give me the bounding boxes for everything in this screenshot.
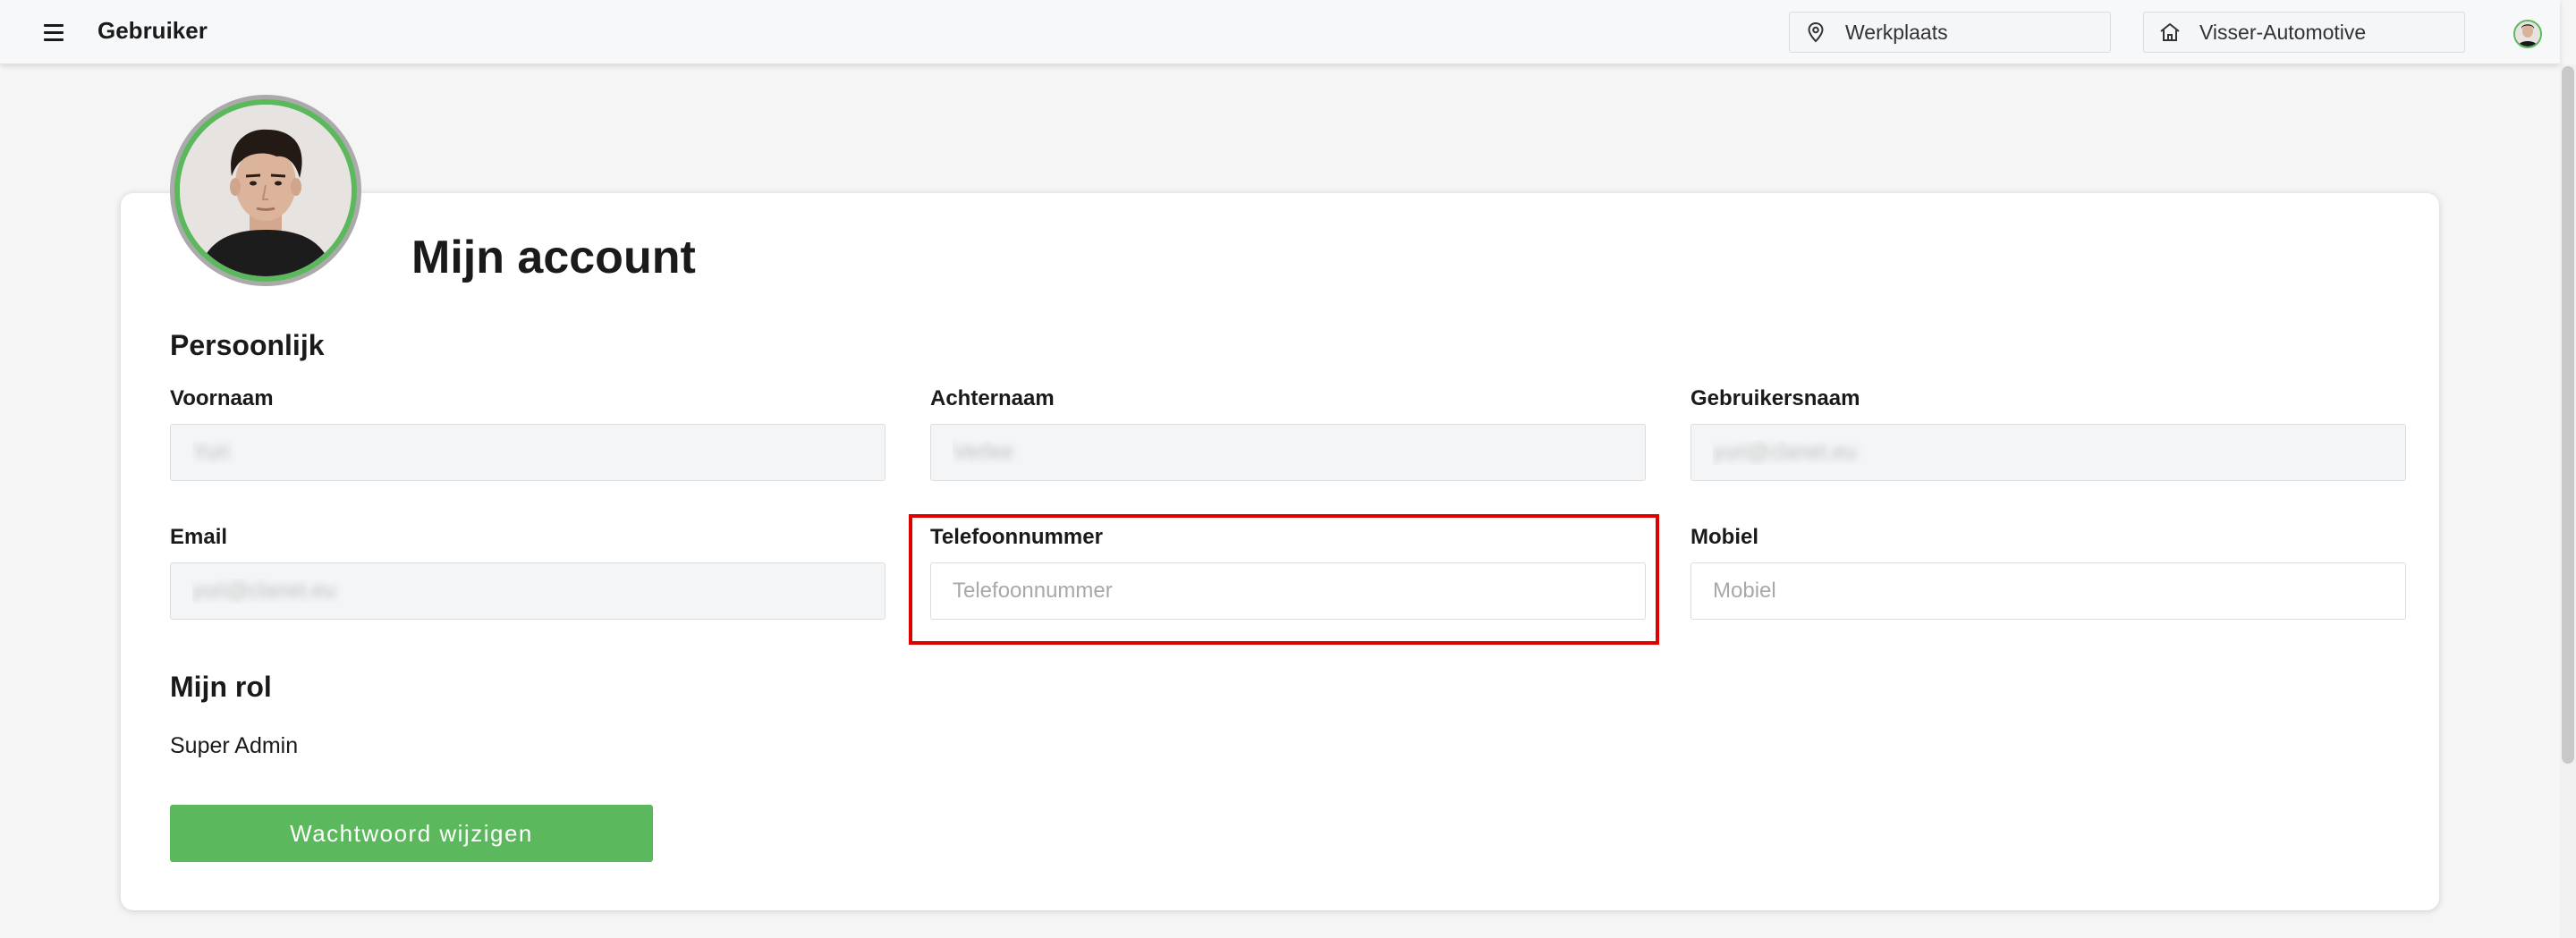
hamburger-icon	[44, 23, 64, 27]
map-pin-icon	[1804, 21, 1827, 44]
username-label: Gebruikersnaam	[1690, 386, 1860, 410]
section-title-role: Mijn rol	[170, 671, 272, 703]
email-input[interactable]	[170, 562, 886, 620]
organization-selector-label: Visser-Automotive	[2199, 20, 2367, 44]
scrollbar-thumb[interactable]	[2562, 66, 2574, 764]
account-card	[121, 193, 2439, 910]
mobile-input[interactable]	[1690, 562, 2406, 620]
app-title: Gebruiker	[97, 17, 208, 44]
change-password-button[interactable]: Wachtwoord wijzigen	[170, 805, 653, 862]
page-title: Mijn account	[411, 232, 696, 283]
phone-label: Telefoonnummer	[930, 525, 1103, 549]
location-selector-label: Werkplaats	[1845, 20, 1948, 44]
section-title-personal: Persoonlijk	[170, 329, 325, 361]
mobile-label: Mobiel	[1690, 525, 1758, 549]
first-name-label: Voornaam	[170, 386, 274, 410]
location-selector[interactable]: Werkplaats	[1789, 12, 2111, 53]
first-name-input[interactable]	[170, 424, 886, 481]
page-scrollbar[interactable]	[2560, 64, 2576, 938]
home-icon	[2158, 21, 2182, 44]
hamburger-icon-line	[44, 30, 64, 34]
profile-avatar	[170, 95, 361, 286]
hamburger-menu-button[interactable]	[36, 16, 72, 48]
profile-photo	[180, 105, 352, 276]
top-bar: Gebruiker Werkplaats Visser-Automotive	[0, 0, 2560, 64]
organization-selector[interactable]: Visser-Automotive	[2143, 12, 2465, 53]
hamburger-icon-line	[44, 38, 64, 41]
phone-input[interactable]	[930, 562, 1646, 620]
username-input[interactable]	[1690, 424, 2406, 481]
role-value: Super Admin	[170, 733, 299, 758]
last-name-label: Achternaam	[930, 386, 1055, 410]
email-label: Email	[170, 525, 228, 549]
last-name-input[interactable]	[930, 424, 1646, 481]
user-avatar-button[interactable]	[2513, 20, 2542, 48]
avatar-icon	[2515, 21, 2540, 46]
